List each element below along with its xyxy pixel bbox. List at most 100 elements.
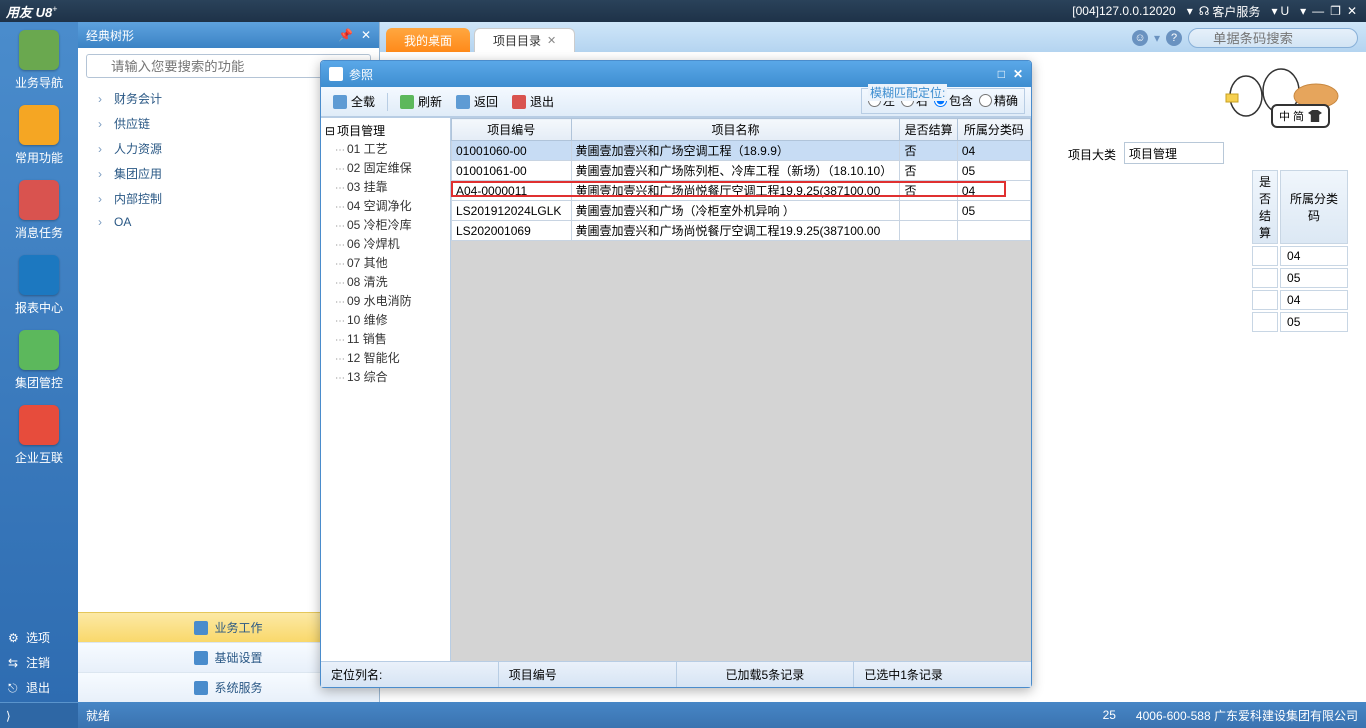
table-cell[interactable]: 04 bbox=[1280, 290, 1348, 310]
collapse-icon[interactable]: ⟩ bbox=[6, 709, 11, 723]
dialog-title: 参照 bbox=[349, 66, 373, 83]
tree-close-icon[interactable]: ✕ bbox=[361, 28, 371, 42]
category-select[interactable]: 项目管理 bbox=[1124, 142, 1224, 164]
grid-cell[interactable]: 01001061-00 bbox=[452, 161, 572, 181]
pin-icon[interactable]: 📌 bbox=[338, 28, 353, 42]
nav-logout[interactable]: ⇆注销 bbox=[0, 650, 78, 675]
dialog-close[interactable]: ✕ bbox=[1013, 67, 1023, 81]
dialog-maximize[interactable]: □ bbox=[998, 67, 1005, 81]
radio-exact[interactable]: 精确 bbox=[979, 92, 1018, 109]
tree-header: 经典树形 📌 ✕ bbox=[78, 22, 379, 48]
grid-cell[interactable]: LS202001069 bbox=[452, 221, 572, 241]
grid-cell[interactable]: 黄圃壹加壹兴和广场尚悦餐厅空调工程19.9.25(387100.00 bbox=[571, 221, 900, 241]
category-label: 项目大类 bbox=[1068, 146, 1116, 163]
load-icon bbox=[333, 95, 347, 109]
tab-project-directory[interactable]: 项目目录✕ bbox=[474, 28, 575, 52]
grid-cell[interactable]: 否 bbox=[900, 141, 957, 161]
grid-cell[interactable]: 否 bbox=[900, 181, 957, 201]
tree-child[interactable]: 01 工艺 bbox=[335, 139, 446, 158]
u-dropdown[interactable]: ▾ bbox=[1300, 4, 1306, 18]
window-minimize[interactable]: — bbox=[1312, 4, 1324, 18]
tree-child[interactable]: 03 挂靠 bbox=[335, 177, 446, 196]
table-cell[interactable]: 04 bbox=[1280, 246, 1348, 266]
col-classcode[interactable]: 所属分类码 bbox=[957, 119, 1030, 141]
status-num: 25 bbox=[1103, 708, 1116, 722]
btn-back[interactable]: 返回 bbox=[450, 91, 504, 112]
table-cell[interactable]: 05 bbox=[1280, 312, 1348, 332]
grid-cell[interactable]: 01001060-00 bbox=[452, 141, 572, 161]
col-classcode[interactable]: 所属分类码 bbox=[1280, 170, 1348, 244]
col-settle[interactable]: 是否结算 bbox=[1252, 170, 1278, 244]
app-statusbar: 就绪 25 4006-600-588 广东爱科建设集团有限公司 bbox=[78, 702, 1366, 728]
nav-options[interactable]: ⚙选项 bbox=[0, 625, 78, 650]
smile-icon[interactable]: ☺ bbox=[1132, 30, 1148, 46]
btn-refresh[interactable]: 刷新 bbox=[394, 91, 448, 112]
server-dropdown[interactable]: ▾ bbox=[1187, 4, 1193, 18]
grid-cell[interactable]: 黄圃壹加壹兴和广场（冷柜室外机异响 ） bbox=[571, 201, 900, 221]
cs-dropdown[interactable]: ▾ bbox=[1271, 4, 1277, 18]
smile-dropdown[interactable]: ▾ bbox=[1154, 31, 1160, 45]
match-group: 模糊匹配定位: 左 右 包含 精确 bbox=[861, 88, 1025, 114]
tree-root[interactable]: 项目管理 bbox=[337, 122, 385, 139]
nav-enterprise[interactable]: 企业互联 bbox=[0, 405, 78, 466]
grid-cell[interactable] bbox=[957, 221, 1030, 241]
grid-cell[interactable]: 黄圃壹加壹兴和广场陈列柜、冷库工程（新场）（18.10.10） bbox=[571, 161, 900, 181]
grid-row[interactable]: LS201912024LGLK黄圃壹加壹兴和广场（冷柜室外机异响 ） 05 bbox=[452, 201, 1031, 221]
tree-collapse-icon[interactable]: ⊟ bbox=[325, 124, 335, 138]
status-ready: 就绪 bbox=[86, 707, 1103, 724]
doodle-tag: 中 简 bbox=[1271, 104, 1330, 128]
grid-row[interactable]: LS202001069黄圃壹加壹兴和广场尚悦餐厅空调工程19.9.25(3871… bbox=[452, 221, 1031, 241]
tree-child[interactable]: 10 维修 bbox=[335, 310, 446, 329]
grid-cell[interactable] bbox=[900, 221, 957, 241]
tree-child[interactable]: 02 固定维保 bbox=[335, 158, 446, 177]
tree-child[interactable]: 09 水电消防 bbox=[335, 291, 446, 310]
col-project-name[interactable]: 项目名称 bbox=[571, 119, 900, 141]
tree-child[interactable]: 06 冷焊机 bbox=[335, 234, 446, 253]
nav-messages[interactable]: 消息任务 bbox=[0, 180, 78, 241]
window-close[interactable]: ✕ bbox=[1347, 4, 1357, 18]
btn-exit[interactable]: 退出 bbox=[506, 91, 560, 112]
support-icon[interactable]: ☊ bbox=[1199, 4, 1210, 18]
grid-cell[interactable]: 05 bbox=[957, 201, 1030, 221]
grid-cell[interactable]: LS201912024LGLK bbox=[452, 201, 572, 221]
col-settled[interactable]: 是否结算 bbox=[900, 119, 957, 141]
customer-service[interactable]: 客户服务 bbox=[1212, 3, 1260, 20]
grid-cell[interactable]: A04-0000011 bbox=[452, 181, 572, 201]
grid-cell[interactable] bbox=[900, 201, 957, 221]
tree-child[interactable]: 12 智能化 bbox=[335, 348, 446, 367]
gear-icon: ⚙ bbox=[8, 631, 22, 645]
grid-cell[interactable]: 黄圃壹加壹兴和广场尚悦餐厅空调工程19.9.25(387100.00 bbox=[571, 181, 900, 201]
nav-favorites[interactable]: 常用功能 bbox=[0, 105, 78, 166]
grid-row[interactable]: A04-0000011黄圃壹加壹兴和广场尚悦餐厅空调工程19.9.25(3871… bbox=[452, 181, 1031, 201]
table-cell[interactable]: 05 bbox=[1280, 268, 1348, 288]
status-col-label: 定位列名: bbox=[321, 662, 499, 687]
grid-cell[interactable]: 05 bbox=[957, 161, 1030, 181]
nav-reports[interactable]: 报表中心 bbox=[0, 255, 78, 316]
tree-child[interactable]: 05 冷柜冷库 bbox=[335, 215, 446, 234]
server-icon bbox=[194, 681, 208, 695]
btn-full-load[interactable]: 全载 bbox=[327, 91, 381, 112]
nav-group-control[interactable]: 集团管控 bbox=[0, 330, 78, 391]
tree-child[interactable]: 13 综合 bbox=[335, 367, 446, 386]
tree-child[interactable]: 11 销售 bbox=[335, 329, 446, 348]
status-col-value: 项目编号 bbox=[499, 662, 677, 687]
help-icon[interactable]: ? bbox=[1166, 30, 1182, 46]
server-info: [004]127.0.0.12020 bbox=[1072, 4, 1175, 18]
grid-row[interactable]: 01001061-00黄圃壹加壹兴和广场陈列柜、冷库工程（新场）（18.10.1… bbox=[452, 161, 1031, 181]
grid-cell[interactable]: 黄圃壹加壹兴和广场空调工程（18.9.9） bbox=[571, 141, 900, 161]
tree-child[interactable]: 04 空调净化 bbox=[335, 196, 446, 215]
tree-child[interactable]: 08 清洗 bbox=[335, 272, 446, 291]
u-label[interactable]: U bbox=[1280, 4, 1289, 18]
nav-biz-guide[interactable]: 业务导航 bbox=[0, 30, 78, 91]
nav-exit[interactable]: ⎋退出 bbox=[0, 675, 78, 700]
grid-cell[interactable]: 04 bbox=[957, 141, 1030, 161]
tab-close-icon[interactable]: ✕ bbox=[547, 34, 556, 47]
tab-desktop[interactable]: 我的桌面 bbox=[386, 28, 470, 52]
barcode-search-input[interactable] bbox=[1188, 28, 1358, 48]
grid-cell[interactable]: 04 bbox=[957, 181, 1030, 201]
tree-child[interactable]: 07 其他 bbox=[335, 253, 446, 272]
col-project-code[interactable]: 项目编号 bbox=[452, 119, 572, 141]
grid-row[interactable]: 01001060-00黄圃壹加壹兴和广场空调工程（18.9.9）否04 bbox=[452, 141, 1031, 161]
window-restore[interactable]: ❐ bbox=[1330, 4, 1341, 18]
grid-cell[interactable]: 否 bbox=[900, 161, 957, 181]
